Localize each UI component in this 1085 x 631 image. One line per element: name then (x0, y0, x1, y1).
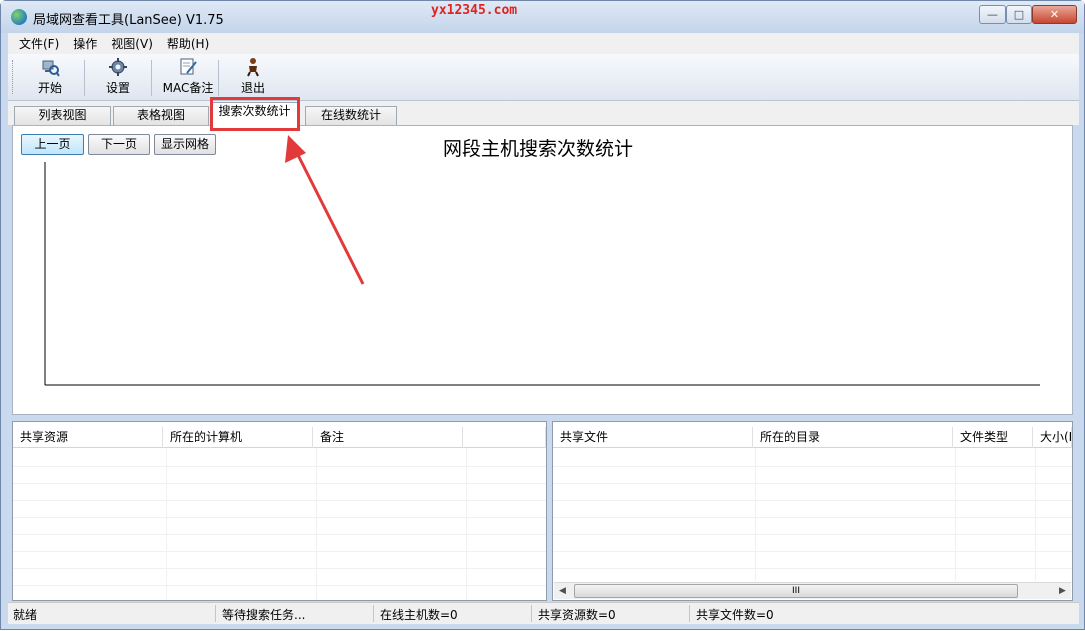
app-window: 局域网查看工具(LanSee) V1.75 yx12345.com — □ ✕ … (0, 0, 1085, 630)
annotation-arrow (285, 135, 365, 285)
